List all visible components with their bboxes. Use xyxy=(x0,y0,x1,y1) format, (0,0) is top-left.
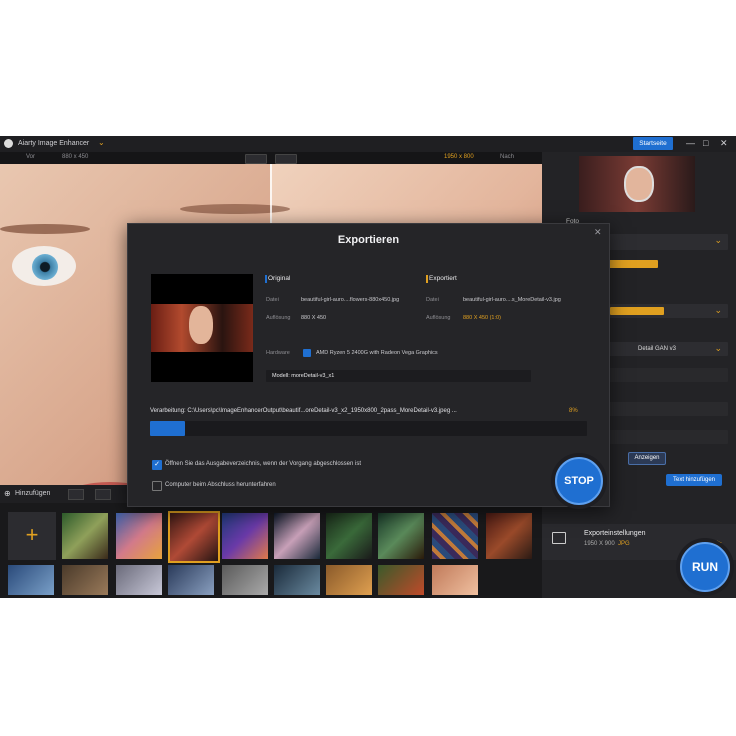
thumbnail[interactable] xyxy=(222,565,268,595)
thumbnail[interactable] xyxy=(168,565,214,595)
close-icon[interactable]: ✕ xyxy=(594,227,602,238)
export-settings-title: Exporteinstellungen xyxy=(584,530,646,537)
thumbnail[interactable] xyxy=(378,565,424,595)
hardware-value: AMD Ryzen 5 2400G with Radeon Vega Graph… xyxy=(316,350,438,356)
model-label: Modell: moreDetail-v3_x1 xyxy=(272,373,335,379)
file-key: Datei xyxy=(426,297,439,303)
thumbnail[interactable] xyxy=(222,513,268,559)
original-file: beautiful-girl-auro....flowers-880x450.j… xyxy=(301,297,400,303)
thumbnail[interactable] xyxy=(274,513,320,559)
add-media-icon[interactable]: ⊕ xyxy=(4,489,11,498)
app-title: Aiarty Image Enhancer xyxy=(18,140,90,147)
model-bar: Modell: moreDetail-v3_x1 xyxy=(266,370,531,382)
thumbnail[interactable] xyxy=(326,565,372,595)
thumbnail[interactable] xyxy=(116,513,162,559)
preview-eye xyxy=(12,246,76,286)
thumbnail[interactable] xyxy=(274,565,320,595)
show-button[interactable]: Anzeigen xyxy=(628,452,666,465)
processing-path: Verarbeitung: C:\Users\pc\ImageEnhancerO… xyxy=(150,408,457,414)
thumbnail[interactable] xyxy=(116,565,162,595)
list-view-icon[interactable] xyxy=(95,489,111,500)
progress-fill xyxy=(150,421,185,436)
thumbnail[interactable] xyxy=(378,513,424,559)
gpu-icon xyxy=(303,349,311,357)
thumbnail[interactable] xyxy=(62,513,108,559)
shutdown-label[interactable]: Computer beim Abschluss herunterfahren xyxy=(165,482,276,488)
original-marker xyxy=(265,275,267,283)
app-logo-icon xyxy=(4,139,13,148)
thumbnail[interactable] xyxy=(432,513,478,559)
original-resolution: 880 X 450 xyxy=(301,315,327,321)
dialog-title: Exportieren xyxy=(337,234,400,246)
hardware-key: Hardware xyxy=(266,350,290,356)
exported-resolution: 880 X 450 (1:0) xyxy=(463,315,501,321)
title-bar: Aiarty Image Enhancer ⌄ Startseite — □ ✕ xyxy=(0,136,736,152)
exported-file: beautiful-girl-auro....s_MoreDetail-v3.j… xyxy=(463,297,561,303)
minimize-icon[interactable]: — xyxy=(686,138,695,148)
chevron-down-icon: ⌄ xyxy=(714,235,722,245)
exported-marker xyxy=(426,275,428,283)
add-text-button[interactable]: Text hinzufügen xyxy=(666,474,722,486)
open-folder-checkbox[interactable]: ✓ xyxy=(152,460,162,470)
maximize-icon[interactable]: □ xyxy=(703,138,708,148)
add-media-label[interactable]: Hinzufügen xyxy=(15,490,50,497)
close-icon[interactable]: ✕ xyxy=(720,138,728,149)
compare-side-toggle[interactable] xyxy=(275,154,297,164)
resolution-key: Auflösung xyxy=(426,315,451,321)
resolution-key: Auflösung xyxy=(266,315,291,321)
grid-view-icon[interactable] xyxy=(68,489,84,500)
stop-button[interactable]: STOP xyxy=(555,457,603,505)
thumbnail[interactable] xyxy=(326,513,372,559)
preview-thumbnail[interactable] xyxy=(579,156,695,212)
progress-bar xyxy=(150,421,587,436)
thumbnail[interactable] xyxy=(486,513,532,559)
chevron-down-icon[interactable]: ⌄ xyxy=(98,138,105,147)
image-strip: + xyxy=(0,503,542,598)
progress-percent: 8% xyxy=(569,408,578,414)
run-button[interactable]: RUN xyxy=(680,542,730,592)
file-key: Datei xyxy=(266,297,279,303)
preview-eyebrow xyxy=(0,224,90,234)
thumbnail[interactable] xyxy=(432,565,478,595)
before-tab[interactable]: Vor xyxy=(26,154,35,160)
thumbnail[interactable] xyxy=(62,565,108,595)
mode-tag xyxy=(608,260,658,268)
after-tab[interactable]: Nach xyxy=(500,154,514,160)
export-size: 1950 X 900 xyxy=(584,541,615,547)
export-dialog: Exportieren ✕ Original Exportiert Datei … xyxy=(127,223,610,507)
monitor-icon xyxy=(552,532,566,544)
original-header: Original xyxy=(268,275,291,282)
model-label: Detail GAN v3 xyxy=(638,346,677,352)
chevron-down-icon: ⌄ xyxy=(714,305,722,315)
compare-split-toggle[interactable] xyxy=(245,154,267,164)
before-size: 880 x 450 xyxy=(62,154,89,160)
after-size: 1950 x 800 xyxy=(444,154,474,160)
shutdown-checkbox[interactable] xyxy=(152,481,162,491)
add-image-button[interactable]: + xyxy=(8,512,56,560)
export-format: JPG xyxy=(618,541,630,547)
thumbnail[interactable] xyxy=(8,565,54,595)
export-thumbnail xyxy=(151,274,253,382)
exported-header: Exportiert xyxy=(429,275,457,282)
home-button[interactable]: Startseite xyxy=(633,137,673,150)
compare-bar: Vor 880 x 450 1950 x 800 Nach xyxy=(0,152,542,164)
thumbnail-selected[interactable] xyxy=(168,511,220,563)
chevron-down-icon: ⌄ xyxy=(714,343,722,353)
open-folder-label[interactable]: Öffnen Sie das Ausgabeverzeichnis, wenn … xyxy=(165,461,361,467)
